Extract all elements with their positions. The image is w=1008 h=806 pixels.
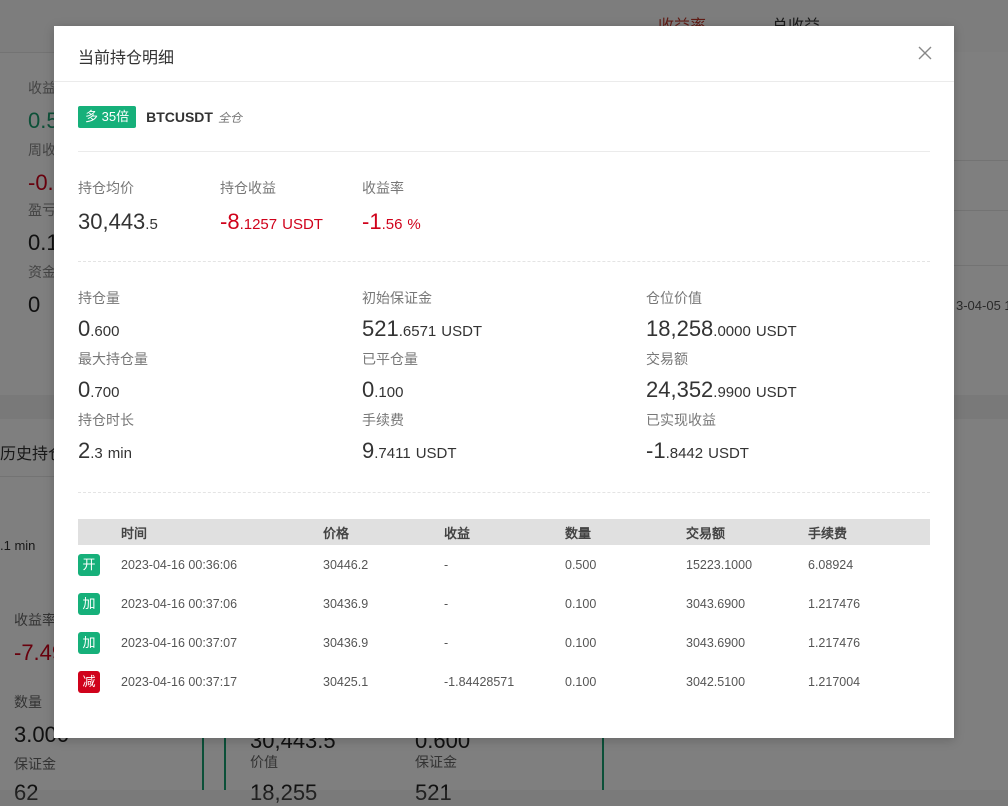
cell-amount: 3043.6900 — [686, 596, 746, 611]
summary-stat: 收益率 -1.56% — [362, 180, 421, 239]
detail-stat: 仓位价值 18,258.0000 USDT — [646, 290, 797, 345]
cell-qty: 0.500 — [565, 557, 597, 572]
col-pnl: 收益 — [444, 519, 565, 545]
detail-stat: 已平仓量 0.100 — [362, 351, 418, 406]
symbol-name: BTCUSDT — [146, 109, 213, 125]
table-row: 减 2023-04-16 00:37:17 30425.1 -1.84428571 0.… — [78, 662, 930, 701]
stat-value: -1.56% — [362, 209, 421, 234]
side-leverage-badge: 多 35倍 — [78, 106, 137, 128]
stat-value: 30,443.5 — [78, 209, 158, 234]
cell-fee: 1.217476 — [808, 596, 861, 611]
stat-value: 0.100 — [362, 377, 404, 402]
stat-value: 0.600 — [78, 316, 120, 341]
stat-value: 0.700 — [78, 377, 120, 402]
stat-label: 手续费 — [362, 412, 404, 428]
divider — [78, 151, 930, 152]
cell-amount: 15223.1000 — [686, 557, 753, 572]
cell-amount: 3042.5100 — [686, 674, 746, 689]
stat-value: -8.1257 USDT — [220, 209, 323, 234]
divider — [78, 261, 930, 262]
cell-fee: 6.08924 — [808, 557, 854, 572]
col-fee: 手续费 — [808, 519, 930, 545]
cell-pnl: - — [444, 635, 449, 650]
detail-stat: 交易额 24,352.9900 USDT — [646, 351, 797, 406]
stat-value: 24,352.9900 USDT — [646, 377, 797, 402]
modal-title: 当前持仓明细 — [78, 50, 175, 67]
detail-stat: 持仓量 0.600 — [78, 290, 120, 345]
cell-price: 30425.1 — [323, 674, 369, 689]
detail-stat: 初始保证金 521.6571 USDT — [362, 290, 482, 345]
cell-pnl: - — [444, 596, 449, 611]
stat-label: 收益率 — [362, 180, 404, 196]
stat-value: 9.7411 USDT — [362, 438, 457, 463]
position-symbol-row: 多 35倍 BTCUSDT 全仓 — [78, 106, 242, 128]
cell-pnl: - — [444, 557, 449, 572]
margin-mode: 全仓 — [217, 110, 242, 125]
cell-pnl: -1.84428571 — [444, 674, 515, 689]
trade-history-table: 时间 价格 收益 数量 交易额 手续费 开 2023-04-16 00:36:06… — [78, 519, 930, 701]
stat-label: 交易额 — [646, 351, 688, 367]
cell-fee: 1.217004 — [808, 674, 861, 689]
close-icon — [918, 46, 932, 60]
table-row: 加 2023-04-16 00:37:06 30436.9 - 0.100 3043.69… — [78, 584, 930, 623]
col-qty: 数量 — [565, 519, 686, 545]
cell-fee: 1.217476 — [808, 635, 861, 650]
summary-stat: 持仓均价 30,443.5 — [78, 180, 158, 239]
close-button[interactable] — [916, 44, 934, 62]
detail-stat: 已实现收益 -1.8442 USDT — [646, 412, 749, 467]
stat-label: 已平仓量 — [362, 351, 418, 367]
action-badge: 加 — [78, 631, 100, 654]
action-badge: 减 — [78, 670, 100, 693]
col-time: 时间 — [121, 519, 323, 545]
table-header-row: 时间 价格 收益 数量 交易额 手续费 — [78, 519, 930, 545]
cell-price: 30446.2 — [323, 557, 369, 572]
detail-stat: 持仓时长 2.3 min — [78, 412, 134, 467]
cell-qty: 0.100 — [565, 596, 597, 611]
cell-time: 2023-04-16 00:37:07 — [121, 635, 238, 650]
stat-label: 持仓收益 — [220, 180, 276, 196]
table-row: 开 2023-04-16 00:36:06 30446.2 - 0.500 15223.1… — [78, 545, 930, 584]
cell-amount: 3043.6900 — [686, 635, 746, 650]
cell-qty: 0.100 — [565, 635, 597, 650]
cell-price: 30436.9 — [323, 635, 369, 650]
col-amount: 交易额 — [686, 519, 808, 545]
stat-value: 2.3 min — [78, 438, 132, 463]
stat-label: 最大持仓量 — [78, 351, 148, 367]
action-badge: 开 — [78, 553, 100, 576]
stat-label: 已实现收益 — [646, 412, 716, 428]
modal-header: 当前持仓明细 — [54, 26, 954, 82]
col-price: 价格 — [323, 519, 444, 545]
cell-time: 2023-04-16 00:36:06 — [121, 557, 238, 572]
stat-value: 18,258.0000 USDT — [646, 316, 797, 341]
action-badge: 加 — [78, 592, 100, 615]
stat-value: -1.8442 USDT — [646, 438, 749, 463]
stat-label: 持仓时长 — [78, 412, 134, 428]
summary-stat: 持仓收益 -8.1257 USDT — [220, 180, 323, 239]
position-detail-modal: 当前持仓明细 多 35倍 BTCUSDT 全仓 持仓均价 30,443.5 持仓收益… — [54, 26, 954, 738]
stat-label: 持仓均价 — [78, 180, 134, 196]
detail-stat: 手续费 9.7411 USDT — [362, 412, 457, 467]
cell-qty: 0.100 — [565, 674, 597, 689]
stat-label: 仓位价值 — [646, 290, 702, 306]
col-action — [78, 519, 121, 545]
stat-value: 521.6571 USDT — [362, 316, 483, 341]
cell-time: 2023-04-16 00:37:06 — [121, 596, 238, 611]
cell-time: 2023-04-16 00:37:17 — [121, 674, 238, 689]
stat-label: 持仓量 — [78, 290, 120, 306]
cell-price: 30436.9 — [323, 596, 369, 611]
table-row: 加 2023-04-16 00:37:07 30436.9 - 0.100 3043.69… — [78, 623, 930, 662]
divider — [78, 492, 930, 493]
stat-label: 初始保证金 — [362, 290, 432, 306]
detail-stat: 最大持仓量 0.700 — [78, 351, 148, 406]
